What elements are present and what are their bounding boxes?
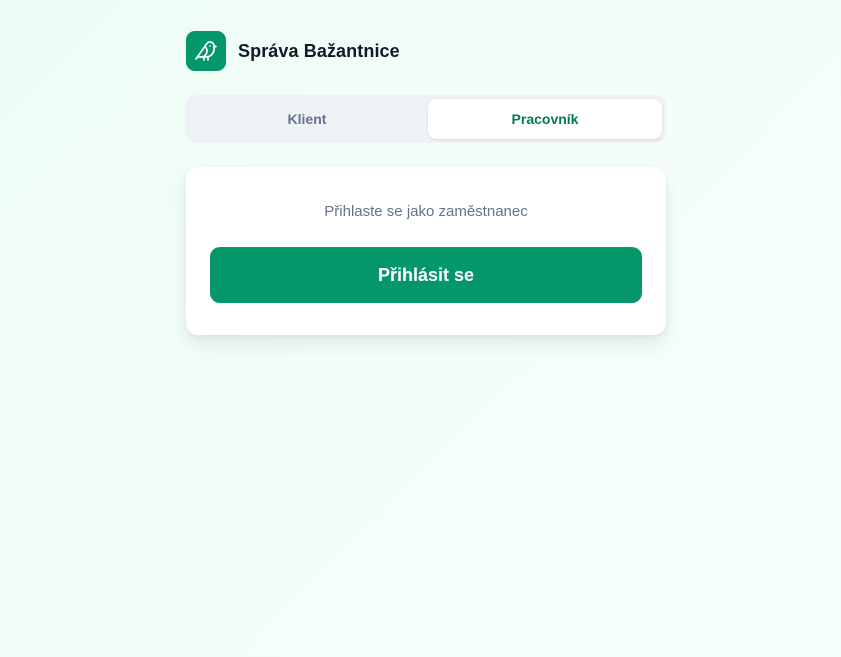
app-header: Správa Bažantnice (186, 31, 400, 71)
login-card: Přihlaste se jako zaměstnanec Přihlásit … (186, 167, 666, 335)
login-button[interactable]: Přihlásit se (210, 247, 642, 303)
login-prompt: Přihlaste se jako zaměstnanec (324, 203, 528, 220)
tab-client[interactable]: Klient (190, 99, 424, 139)
role-tabs: Klient Pracovník (186, 95, 666, 143)
tab-worker[interactable]: Pracovník (428, 99, 662, 139)
app-title: Správa Bažantnice (238, 40, 400, 61)
bird-icon (186, 31, 226, 71)
